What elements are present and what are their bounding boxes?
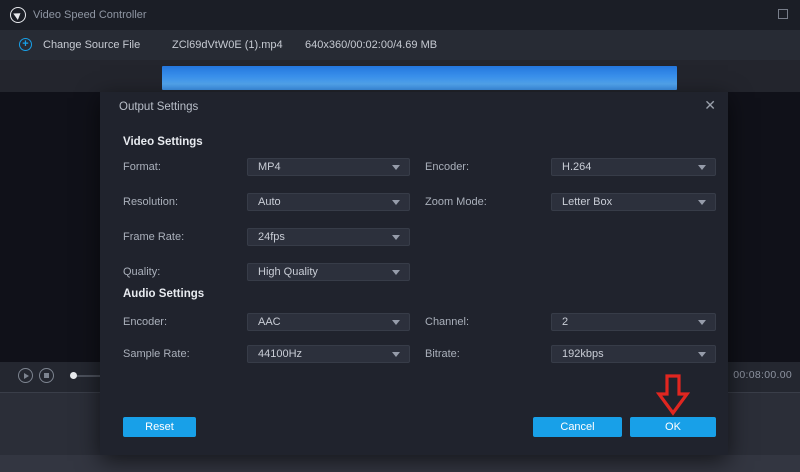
select-value: H.264 — [562, 161, 591, 173]
select-value: 192kbps — [562, 348, 604, 360]
reset-button[interactable]: Reset — [123, 417, 196, 437]
settings-row: Encoder: AAC Channel: 2 — [100, 313, 728, 331]
close-icon[interactable]: ✕ — [704, 97, 716, 114]
quality-label: Quality: — [123, 266, 160, 278]
dialog-title: Output Settings — [119, 101, 198, 113]
select-value: AAC — [258, 316, 281, 328]
settings-row: Quality: High Quality — [100, 263, 728, 281]
chevron-down-icon — [392, 200, 400, 205]
bitrate-select[interactable]: 192kbps — [551, 345, 716, 363]
output-settings-dialog: Output Settings ✕ Video Settings Format:… — [100, 92, 728, 455]
speed-progress-bar[interactable] — [162, 66, 677, 90]
select-value: MP4 — [258, 161, 281, 173]
play-icon[interactable] — [18, 368, 33, 383]
bitrate-label: Bitrate: — [425, 348, 460, 360]
chevron-down-icon — [698, 165, 706, 170]
chevron-down-icon — [392, 352, 400, 357]
chevron-down-icon — [392, 320, 400, 325]
bottom-status-bar — [0, 455, 800, 472]
add-file-icon[interactable]: + — [19, 38, 32, 51]
red-arrow-annotation-icon — [656, 374, 690, 416]
zoom-mode-select[interactable]: Letter Box — [551, 193, 716, 211]
channel-select[interactable]: 2 — [551, 313, 716, 331]
chevron-down-icon — [392, 165, 400, 170]
settings-row: Frame Rate: 24fps — [100, 228, 728, 246]
change-source-button[interactable]: Change Source File — [43, 39, 140, 51]
quality-select[interactable]: High Quality — [247, 263, 410, 281]
audio-settings-heading: Audio Settings — [123, 288, 204, 300]
encoder-label: Encoder: — [425, 161, 469, 173]
maximize-icon[interactable] — [778, 9, 788, 19]
window-title: Video Speed Controller — [33, 9, 147, 21]
settings-row: Resolution: Auto Zoom Mode: Letter Box — [100, 193, 728, 211]
format-select[interactable]: MP4 — [247, 158, 410, 176]
settings-row: Format: MP4 Encoder: H.264 — [100, 158, 728, 176]
zoom-mode-label: Zoom Mode: — [425, 196, 487, 208]
frame-rate-label: Frame Rate: — [123, 231, 184, 243]
app-logo-icon — [10, 7, 26, 23]
chevron-down-icon — [698, 352, 706, 357]
select-value: Auto — [258, 196, 281, 208]
sample-rate-select[interactable]: 44100Hz — [247, 345, 410, 363]
toolbar: + Change Source File ZCl69dVtW0E (1).mp4… — [0, 30, 800, 60]
stop-icon[interactable] — [39, 368, 54, 383]
cancel-button[interactable]: Cancel — [533, 417, 622, 437]
format-label: Format: — [123, 161, 161, 173]
frame-rate-select[interactable]: 24fps — [247, 228, 410, 246]
settings-row: Sample Rate: 44100Hz Bitrate: 192kbps — [100, 345, 728, 363]
select-value: Letter Box — [562, 196, 612, 208]
chevron-down-icon — [392, 270, 400, 275]
chevron-down-icon — [698, 320, 706, 325]
chevron-down-icon — [392, 235, 400, 240]
speed-slider-handle[interactable] — [70, 372, 77, 379]
ok-button[interactable]: OK — [630, 417, 716, 437]
sample-rate-label: Sample Rate: — [123, 348, 190, 360]
select-value: 44100Hz — [258, 348, 302, 360]
audio-encoder-select[interactable]: AAC — [247, 313, 410, 331]
time-display: 00:08:00.00 — [733, 369, 792, 381]
title-bar: Video Speed Controller — [0, 0, 800, 30]
progress-strip — [0, 60, 800, 92]
file-name-label: ZCl69dVtW0E (1).mp4 — [172, 39, 283, 51]
chevron-down-icon — [698, 200, 706, 205]
video-settings-heading: Video Settings — [123, 136, 203, 148]
channel-label: Channel: — [425, 316, 469, 328]
select-value: 2 — [562, 316, 568, 328]
app-window: Video Speed Controller + Change Source F… — [0, 0, 800, 472]
resolution-label: Resolution: — [123, 196, 178, 208]
encoder-select[interactable]: H.264 — [551, 158, 716, 176]
select-value: High Quality — [258, 266, 318, 278]
select-value: 24fps — [258, 231, 285, 243]
audio-encoder-label: Encoder: — [123, 316, 167, 328]
media-info-label: 640x360/00:02:00/4.69 MB — [305, 39, 437, 51]
resolution-select[interactable]: Auto — [247, 193, 410, 211]
